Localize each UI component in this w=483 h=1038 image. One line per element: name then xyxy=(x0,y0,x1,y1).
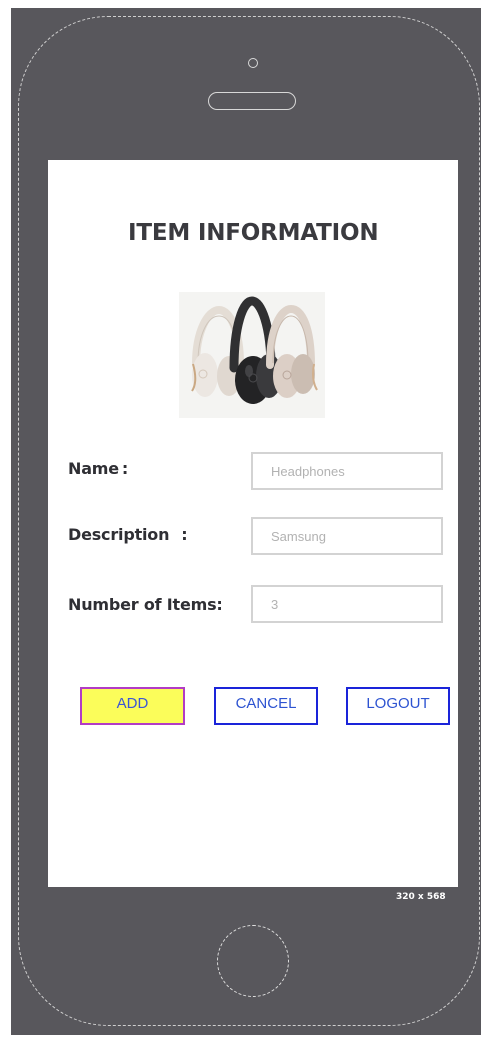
name-input[interactable] xyxy=(251,452,443,490)
description-label-text: Description xyxy=(68,525,170,544)
logout-button[interactable]: LOGOUT xyxy=(346,687,450,725)
page-title: ITEM INFORMATION xyxy=(128,220,379,246)
number-of-items-label: Number of Items: xyxy=(68,595,223,614)
add-button[interactable]: ADD xyxy=(80,687,185,725)
home-button[interactable] xyxy=(217,925,289,997)
description-input[interactable] xyxy=(251,517,443,555)
name-label-colon: : xyxy=(121,459,129,478)
screen-size-label: 320 x 568 xyxy=(396,892,446,902)
cancel-button[interactable]: CANCEL xyxy=(214,687,318,725)
description-label: Description: xyxy=(68,525,188,544)
name-label: Name: xyxy=(68,459,128,478)
front-camera-icon xyxy=(248,58,258,68)
number-of-items-input[interactable] xyxy=(251,585,443,623)
description-label-colon: : xyxy=(181,525,188,544)
speaker-grille-icon xyxy=(208,92,296,110)
headphones-icon xyxy=(179,292,325,418)
product-image xyxy=(179,292,325,418)
name-label-text: Name xyxy=(68,459,119,478)
